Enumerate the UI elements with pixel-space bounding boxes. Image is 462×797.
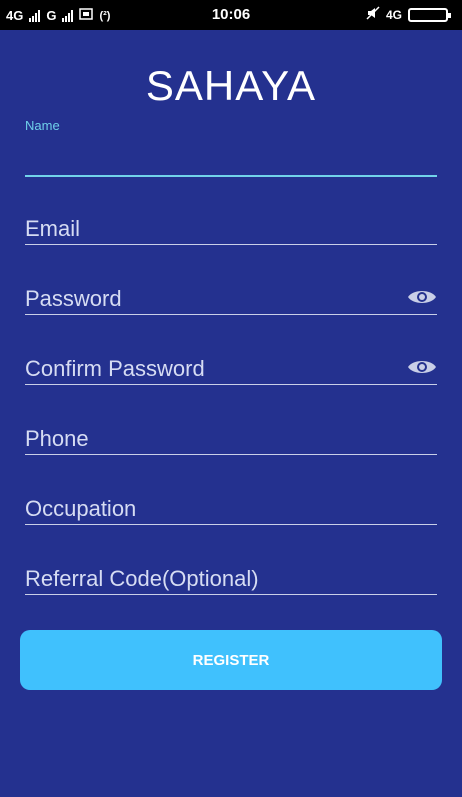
confirm-password-underline xyxy=(25,384,437,385)
battery-icon xyxy=(408,7,451,22)
status-bar-right: 4G xyxy=(366,6,451,23)
eye-icon[interactable] xyxy=(407,287,437,307)
phone-underline xyxy=(25,454,437,455)
name-label: Name xyxy=(25,118,60,133)
referral-code-placeholder: Referral Code(Optional) xyxy=(25,566,259,591)
referral-code-underline xyxy=(25,594,437,595)
name-underline xyxy=(25,175,437,177)
register-button[interactable]: REGISTER xyxy=(20,630,442,690)
occupation-underline xyxy=(25,524,437,525)
confirm-password-placeholder: Confirm Password xyxy=(25,356,205,381)
eye-icon[interactable] xyxy=(407,357,437,377)
app-title: SAHAYA xyxy=(145,62,317,109)
phone-field[interactable]: Phone xyxy=(25,422,437,458)
occupation-placeholder: Occupation xyxy=(25,496,137,521)
phone-placeholder: Phone xyxy=(25,426,89,451)
mute-icon xyxy=(366,6,380,23)
email-field[interactable]: Email xyxy=(25,212,437,248)
referral-code-field[interactable]: Referral Code(Optional) xyxy=(25,562,437,598)
email-placeholder: Email xyxy=(25,216,81,241)
network-badge: 4G xyxy=(385,7,402,22)
email-underline xyxy=(25,244,437,245)
status-bar: 4G G (²) 10:06 4G xyxy=(0,0,462,30)
occupation-field[interactable]: Occupation xyxy=(25,492,437,528)
confirm-password-field[interactable]: Confirm Password xyxy=(25,352,437,388)
password-placeholder: Password xyxy=(25,286,122,311)
password-underline xyxy=(25,314,437,315)
password-field[interactable]: Password xyxy=(25,282,437,318)
name-field[interactable]: Name xyxy=(25,118,437,180)
